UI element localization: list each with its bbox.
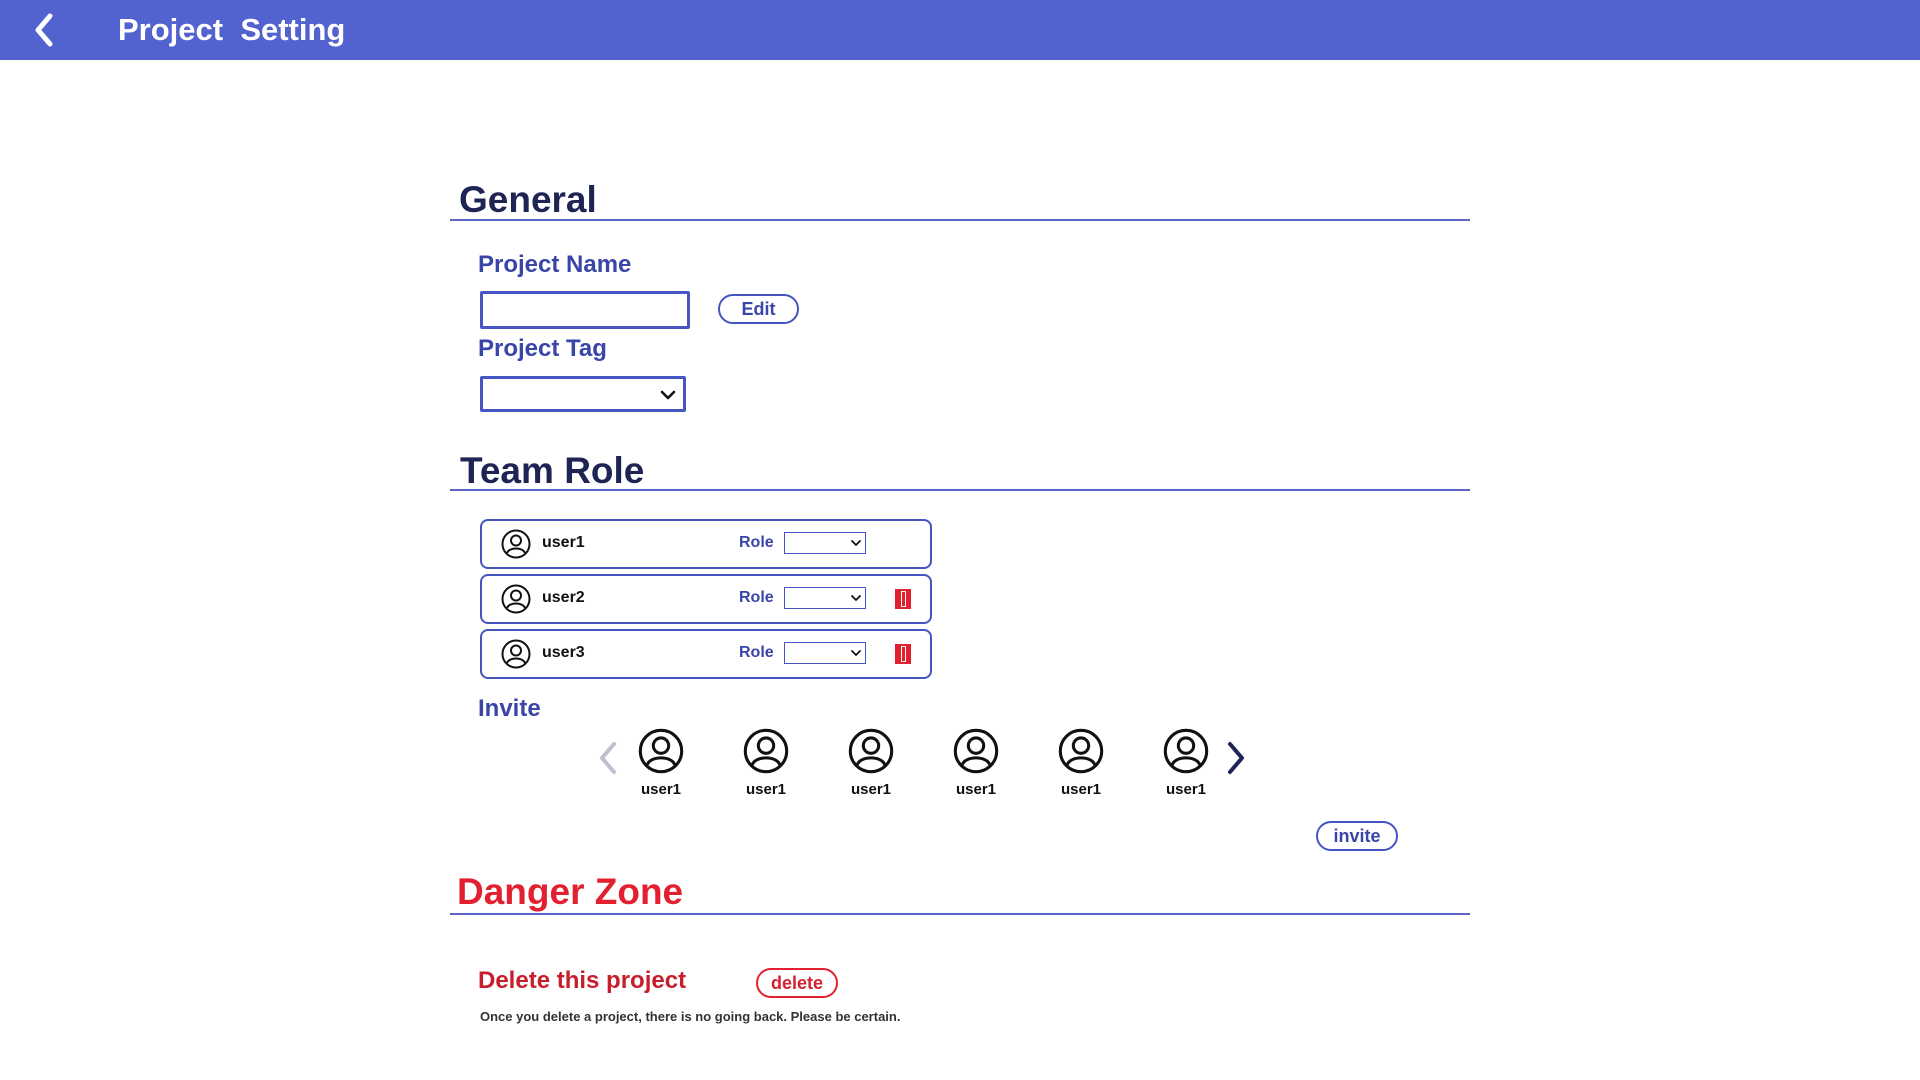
- user-avatar-icon: [1163, 728, 1209, 774]
- danger-zone-heading: Danger Zone: [457, 871, 684, 912]
- remove-member-icon[interactable]: [894, 643, 912, 665]
- user-avatar-icon: [501, 639, 531, 669]
- invite-candidate-name: user1: [1165, 781, 1207, 798]
- user-avatar-icon: [848, 728, 894, 774]
- invite-candidate-name: user1: [1060, 781, 1102, 798]
- top-app-bar: Project Setting: [0, 0, 1920, 60]
- project-name-input[interactable]: [480, 291, 690, 329]
- chevron-down-icon: [851, 650, 861, 656]
- chevron-down-icon: [660, 390, 676, 400]
- back-button[interactable]: [26, 10, 66, 50]
- chevron-left-icon[interactable]: [596, 740, 620, 776]
- invite-candidate[interactable]: user1: [1041, 728, 1121, 798]
- invite-candidate-name: user1: [850, 781, 892, 798]
- invite-candidate[interactable]: user1: [831, 728, 911, 798]
- user-avatar-icon: [953, 728, 999, 774]
- chevron-down-icon: [851, 595, 861, 601]
- invite-candidate[interactable]: user1: [936, 728, 1016, 798]
- project-tag-select[interactable]: [480, 376, 686, 412]
- team-role-heading: Team Role: [460, 450, 645, 491]
- member-row: user2 Role: [480, 574, 932, 624]
- chevron-right-icon[interactable]: [1224, 740, 1248, 776]
- team-role-divider: [450, 489, 1470, 491]
- role-label: Role: [739, 644, 774, 661]
- member-name: user3: [542, 644, 585, 661]
- invite-candidate-name: user1: [955, 781, 997, 798]
- chevron-down-icon: [851, 540, 861, 546]
- member-row: user3 Role: [480, 629, 932, 679]
- role-select[interactable]: [784, 532, 866, 554]
- member-name: user1: [542, 534, 585, 551]
- user-avatar-icon: [1058, 728, 1104, 774]
- delete-button[interactable]: delete: [756, 968, 838, 998]
- role-label: Role: [739, 534, 774, 551]
- chevron-left-icon: [35, 13, 53, 47]
- user-avatar-icon: [501, 529, 531, 559]
- page-title: Project Setting: [118, 12, 346, 47]
- role-select[interactable]: [784, 587, 866, 609]
- project-name-label: Project Name: [478, 251, 632, 278]
- invite-candidate-name: user1: [745, 781, 787, 798]
- delete-warning-text: Once you delete a project, there is no g…: [480, 1009, 901, 1024]
- invite-candidate[interactable]: user1: [1146, 728, 1226, 798]
- remove-member-icon[interactable]: [894, 588, 912, 610]
- member-name: user2: [542, 589, 585, 606]
- invite-button[interactable]: invite: [1316, 821, 1398, 851]
- delete-project-label: Delete this project: [478, 967, 687, 994]
- edit-button[interactable]: Edit: [718, 294, 799, 324]
- invite-candidate[interactable]: user1: [726, 728, 806, 798]
- user-avatar-icon: [501, 584, 531, 614]
- danger-zone-divider: [450, 913, 1470, 915]
- role-select[interactable]: [784, 642, 866, 664]
- general-divider: [450, 219, 1470, 221]
- general-heading: General: [459, 179, 597, 220]
- member-row: user1 Role: [480, 519, 932, 569]
- user-avatar-icon: [638, 728, 684, 774]
- role-label: Role: [739, 589, 774, 606]
- invite-label: Invite: [478, 695, 541, 722]
- project-tag-label: Project Tag: [478, 335, 607, 362]
- user-avatar-icon: [743, 728, 789, 774]
- invite-candidate[interactable]: user1: [621, 728, 701, 798]
- invite-candidate-name: user1: [640, 781, 682, 798]
